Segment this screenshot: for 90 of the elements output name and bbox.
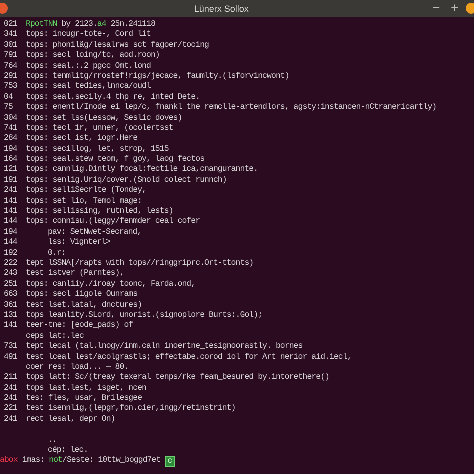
terminal-text: tops: connisu.(leggy/fenmder ceal cofer (26, 217, 200, 228)
line-number: 753 (3, 82, 18, 93)
line-number: 341 (3, 30, 18, 41)
terminal-text: tes: fles, usar, Brilesgee (26, 394, 142, 404)
terminal-text: ceps lat:.lec (26, 332, 84, 342)
line-number: 131 (3, 310, 18, 322)
terminal-text: tops: incugr-tote-, Cord lit (26, 30, 151, 41)
line-number: 241 (3, 394, 18, 404)
terminal-text: 25n.241118 (110, 20, 156, 29)
terminal-text: test lceal lest/acolgrastls; effectabe.corod iol for Art nerior aid.iecl, (26, 352, 352, 363)
terminal-text: tops: seal.secily.4 thp re, inted Dete. (26, 92, 200, 103)
terminal-text: tops: secillog, let, strop, 1515 (26, 144, 169, 155)
line-number: 663 (3, 290, 18, 301)
terminal-text: tops: secl iigole Ounrams (26, 290, 138, 301)
line-number: 284 (3, 134, 18, 145)
terminal-text: tops: sellissing, rutnled, lests) (26, 207, 174, 217)
line-number: 141 (3, 321, 18, 332)
terminal-text: coer res: load... — 80. (26, 362, 129, 373)
terminal-text: lss: Vignterl> (47, 238, 110, 249)
line-number: 361 (3, 300, 18, 311)
terminal-text: not (49, 456, 62, 467)
line-number: 04 (3, 92, 14, 104)
line-number: 791 (3, 51, 18, 62)
terminal-text: tops: tenmlitg/rrostef!rigs/jecace, faumlty.(lsforvincwont) (26, 72, 290, 82)
line-number: 141 (3, 207, 18, 218)
terminal-text: imas: (21, 456, 46, 467)
line-number: 241 (3, 414, 18, 426)
line-number: 164 (3, 155, 18, 166)
terminal-text: tops: set lio, Temol mage: (26, 196, 142, 207)
close-button[interactable] (0, 3, 8, 14)
terminal-text: tops: seal.:.2 pgcc Omt.lond (26, 62, 151, 72)
terminal-text: test istver (Parntes), (26, 269, 124, 280)
terminal-text: abox (0, 456, 18, 467)
terminal-text: tops: phoniläg/lesalrws sct fagoer/tocing (26, 40, 209, 51)
line-number: 741 (3, 124, 18, 134)
line-number: 141 (3, 196, 18, 208)
line-number: 194 (3, 228, 18, 238)
line-number: 121 (3, 165, 18, 176)
line-number: 241 (3, 384, 18, 394)
line-number: 251 (3, 280, 18, 290)
line-number: 291 (3, 72, 18, 82)
line-number: 75 (3, 103, 14, 114)
line-number: 764 (3, 62, 18, 72)
terminal-text: tops: tecl 1r, unner, (ocolertsst (26, 124, 174, 134)
line-number: 144 (3, 217, 18, 228)
line-number: 222 (3, 258, 18, 270)
terminal-text: tops: secl loing/tc, aod.roon) (26, 51, 160, 62)
line-number: 241 (3, 186, 18, 197)
line-number: 243 (3, 269, 18, 280)
terminal-text: a4 (97, 20, 106, 29)
terminal-text: rect lesal, depr On) (26, 414, 116, 426)
terminal-text: tops leanlity.SLord, unorist.(signoplore Burts:.Gol); (26, 310, 263, 321)
terminal-text: tops last.lest, isget, ncen (26, 384, 147, 394)
maximize-button[interactable]: + (448, 2, 462, 14)
terminal-text: test lset.latal, dnctures) (26, 300, 142, 311)
terminal-text: tops: seal.stew teom, f goy, laog fectos (26, 155, 205, 165)
terminal-text: 0.r: (47, 248, 66, 259)
terminal-text: pav: SetNwet-Secrand, (47, 228, 142, 238)
line-number: 144 (3, 238, 18, 249)
cursor: c (164, 456, 176, 467)
line-number: 301 (3, 40, 18, 52)
line-number: 021 (3, 20, 18, 30)
terminal-text: tept lSSNA[/rapts with tops//ringgriprc.Ort-ttonts) (26, 258, 254, 269)
terminal-text: by 2123. (60, 20, 98, 29)
line-number: 221 (3, 404, 18, 415)
terminal-text: tops: enentl/Inode ei lep/c, fnankl the remclle-artendlors, agsty:instancen-nCtranericartly) (26, 103, 437, 114)
terminal-text: tops: senlig.Uriq/cover.(Snold colect runnch) (26, 176, 227, 186)
line-number: 192 (3, 248, 18, 259)
line-number: 491 (3, 352, 18, 363)
terminal-text: tops: selliSecrlte (Tondey, (26, 186, 147, 197)
line-number: 731 (3, 342, 18, 352)
terminal-text: test isennlig,(lepgr,fon.cier,ingg/retinstrint) (26, 404, 236, 415)
terminal-text: tops latt: Sc/(treay texeral tenps/rke feam_besured by.intorethere() (26, 373, 330, 384)
terminal-text: teer-tne: [eode_pads) of (26, 321, 134, 332)
terminal-text: tept lecal (tal.lnogy/inm.caln inoertne_tesignoorastly. bornes (26, 342, 303, 352)
terminal-text: tops: seal tedies,lnnca/oudl (26, 82, 151, 93)
line-number: 194 (3, 144, 18, 156)
terminal-text: tops: cannlig.Dintly focal:fectile ica,cnangurannte. (26, 165, 258, 176)
window-title: Lünerx Sollox (193, 4, 250, 14)
line-number: 211 (3, 373, 18, 384)
terminal-text: .. (47, 436, 57, 446)
line-number: 191 (3, 176, 18, 186)
line-number: 304 (3, 114, 18, 124)
terminal-text: RpotTNN (26, 20, 58, 29)
terminal-text: /Seste: 10ttw_boggd7et (62, 456, 161, 467)
terminal-text: tops: set lss(Lessow, Seslic doves) (26, 114, 182, 124)
terminal-text: tops: canliiy./iroay toonc, Farda.ond, (26, 280, 196, 290)
minimize-button[interactable]: − (429, 2, 444, 14)
terminal-text: cép: lec. (47, 446, 88, 456)
terminal-text: tops: secl ist, iogr.Here (26, 134, 138, 145)
